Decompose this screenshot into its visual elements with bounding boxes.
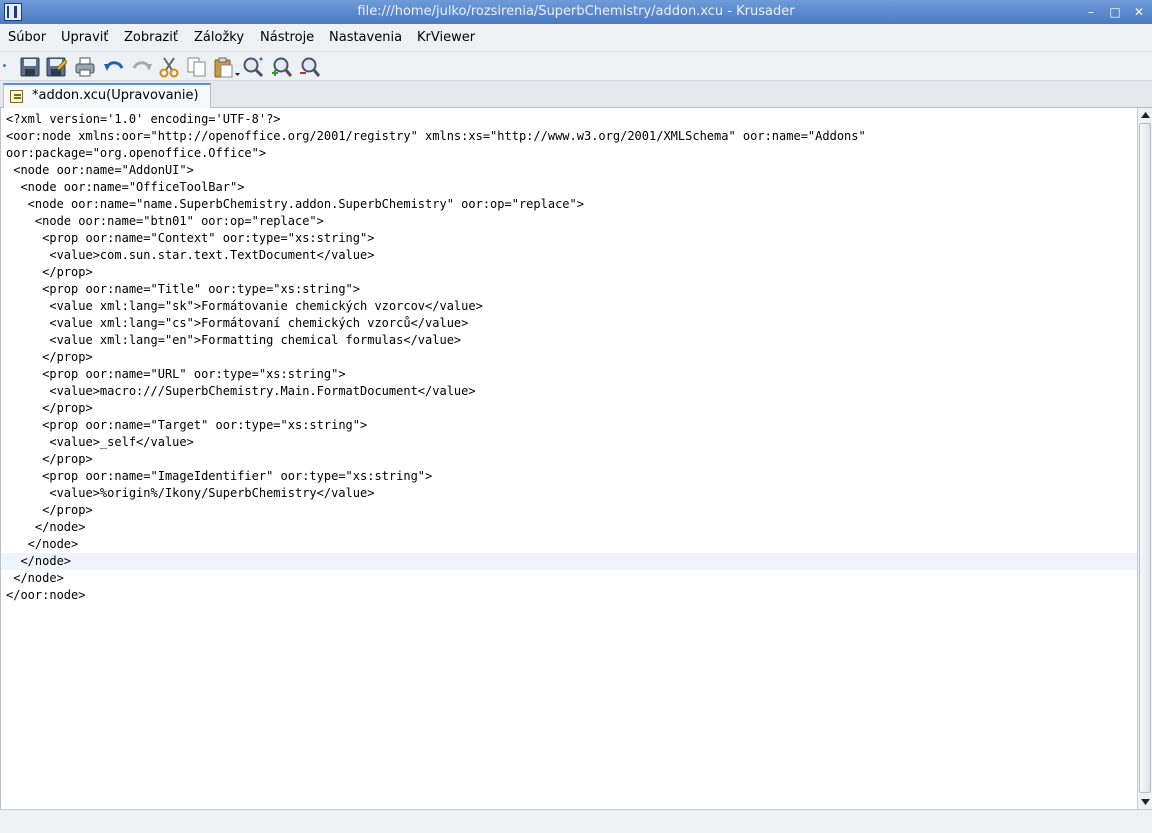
maximize-icon[interactable]: □	[1106, 3, 1124, 21]
code-line[interactable]: </prop>	[1, 451, 1137, 468]
title-bar: file:///home/julko/rozsirenia/SuperbChem…	[0, 0, 1152, 24]
code-line[interactable]: </prop>	[1, 502, 1137, 519]
zoom-in-icon[interactable]	[270, 56, 292, 78]
code-line[interactable]: <prop oor:name="Target" oor:type="xs:str…	[1, 417, 1137, 434]
menu-krviewer[interactable]: KrViewer	[417, 30, 475, 45]
vertical-scrollbar[interactable]	[1137, 108, 1152, 809]
tab-addon-xcu[interactable]: *addon.xcu(Upravovanie)	[3, 83, 211, 108]
code-line[interactable]: </oor:node>	[1, 587, 1137, 604]
code-line[interactable]: </prop>	[1, 264, 1137, 281]
close-icon[interactable]: ✕	[1130, 3, 1148, 21]
menu-zobrazit[interactable]: Zobraziť	[124, 30, 178, 45]
toolbar-handle[interactable]	[3, 64, 6, 67]
menu-subor[interactable]: Súbor	[8, 30, 46, 45]
code-line[interactable]: <node oor:name="btn01" oor:op="replace">	[1, 213, 1137, 230]
code-line[interactable]: </node>	[1, 553, 1137, 570]
scroll-down-arrow-icon[interactable]	[1139, 795, 1152, 808]
code-line[interactable]: </node>	[1, 519, 1137, 536]
code-line[interactable]: <?xml version='1.0' encoding='UTF-8'?>	[1, 111, 1137, 128]
undo-icon[interactable]	[103, 56, 125, 78]
code-line[interactable]: <prop oor:name="ImageIdentifier" oor:typ…	[1, 468, 1137, 485]
toolbar	[0, 51, 1152, 81]
code-line[interactable]: <node oor:name="name.SuperbChemistry.add…	[1, 196, 1137, 213]
code-line[interactable]: <node oor:name="AddonUI">	[1, 162, 1137, 179]
zoom-out-icon[interactable]	[298, 56, 320, 78]
code-line[interactable]: <value xml:lang="cs">Formátovaní chemick…	[1, 315, 1137, 332]
status-bar	[0, 809, 1152, 833]
code-line[interactable]: <oor:node xmlns:oor="http://openoffice.o…	[1, 128, 1137, 145]
code-line[interactable]: <prop oor:name="Context" oor:type="xs:st…	[1, 230, 1137, 247]
code-line[interactable]: <prop oor:name="URL" oor:type="xs:string…	[1, 366, 1137, 383]
menu-bar: Súbor Upraviť Zobraziť Záložky Nástroje …	[0, 24, 1152, 51]
code-line[interactable]: <value xml:lang="sk">Formátovanie chemic…	[1, 298, 1137, 315]
paste-icon[interactable]	[213, 56, 241, 78]
copy-icon[interactable]	[186, 56, 208, 78]
code-line[interactable]: <value>%origin%/Ikony/SuperbChemistry</v…	[1, 485, 1137, 502]
edit-document-icon	[10, 90, 23, 103]
redo-icon[interactable]	[131, 56, 153, 78]
tab-label: *addon.xcu(Upravovanie)	[32, 88, 199, 103]
menu-nastavenia[interactable]: Nastavenia	[329, 30, 402, 45]
print-icon[interactable]	[74, 56, 96, 78]
code-line[interactable]: oor:package="org.openoffice.Office">	[1, 145, 1137, 162]
save-icon[interactable]	[19, 56, 41, 78]
code-line[interactable]: </prop>	[1, 400, 1137, 417]
cut-icon[interactable]	[158, 56, 180, 78]
find-icon[interactable]	[242, 56, 264, 78]
window-title: file:///home/julko/rozsirenia/SuperbChem…	[357, 4, 795, 19]
code-line[interactable]: </prop>	[1, 349, 1137, 366]
code-line[interactable]: <value>macro:///SuperbChemistry.Main.For…	[1, 383, 1137, 400]
scroll-up-arrow-icon[interactable]	[1139, 109, 1152, 122]
text-editor[interactable]: <?xml version='1.0' encoding='UTF-8'?> <o…	[0, 108, 1137, 809]
save-as-icon[interactable]	[45, 56, 67, 78]
code-line[interactable]: <node oor:name="OfficeToolBar">	[1, 179, 1137, 196]
code-line[interactable]: </node>	[1, 570, 1137, 587]
code-line[interactable]: <value xml:lang="en">Formatting chemical…	[1, 332, 1137, 349]
code-line[interactable]: <value>_self</value>	[1, 434, 1137, 451]
menu-upravit[interactable]: Upraviť	[61, 30, 108, 45]
code-line[interactable]: <prop oor:name="Title" oor:type="xs:stri…	[1, 281, 1137, 298]
minimize-icon[interactable]: –	[1082, 3, 1100, 21]
tab-bar: *addon.xcu(Upravovanie)	[0, 81, 1152, 108]
code-line[interactable]: <value>com.sun.star.text.TextDocument</v…	[1, 247, 1137, 264]
scrollbar-thumb[interactable]	[1139, 123, 1151, 793]
code-line[interactable]: </node>	[1, 536, 1137, 553]
menu-zalozky[interactable]: Záložky	[194, 30, 244, 45]
menu-nastroje[interactable]: Nástroje	[260, 30, 314, 45]
